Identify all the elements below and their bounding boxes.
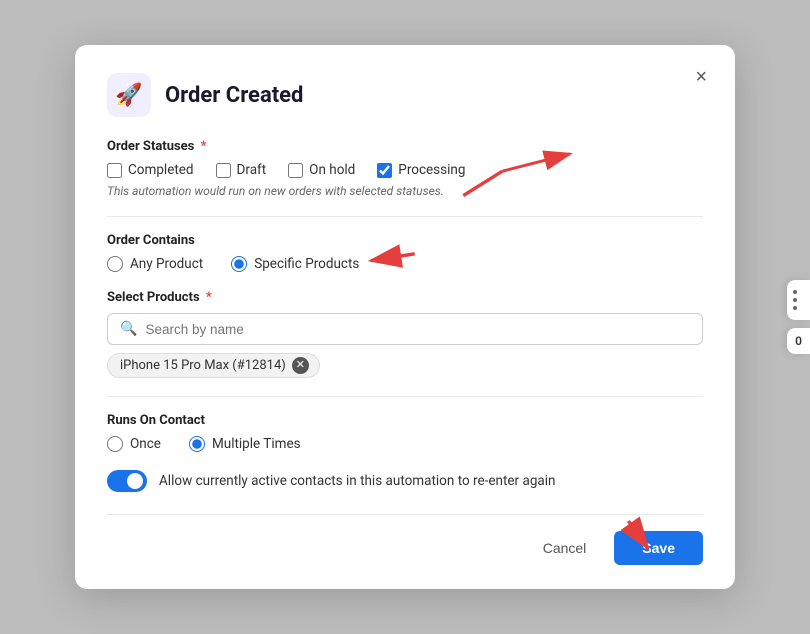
runs-on-contact-label: Runs On Contact [107,413,703,428]
checkbox-draft[interactable] [216,163,231,178]
radio-multiple-times[interactable]: Multiple Times [189,436,301,452]
cancel-button[interactable]: Cancel [527,531,603,565]
select-products-section: Select Products * 🔍 iPhone 15 Pro Max (#… [107,290,703,378]
search-icon: 🔍 [120,321,137,337]
search-wrap: 🔍 [107,313,703,345]
sidebar-badge: 0 [787,328,810,354]
order-statuses-hint: This automation would run on new orders … [107,184,703,198]
product-tag: iPhone 15 Pro Max (#12814) ✕ [107,353,320,378]
dot-2 [793,298,797,302]
status-processing[interactable]: Processing [377,162,465,178]
order-contains-row: Any Product Specific Products [107,256,703,272]
modal-overlay: 🚀 Order Created × Order Statuses * Compl… [0,0,810,634]
modal-header: 🚀 Order Created [107,73,703,117]
order-contains-section: Order Contains Any Product Specific Prod… [107,233,703,272]
status-draft[interactable]: Draft [216,162,267,178]
search-input[interactable] [145,322,690,337]
close-button[interactable]: × [689,65,713,89]
status-completed[interactable]: Completed [107,162,194,178]
runs-on-contact-row: Once Multiple Times [107,436,703,452]
order-statuses-section: Order Statuses * Completed Draft On hold [107,139,703,198]
checkbox-on-hold[interactable] [288,163,303,178]
radio-any-product[interactable]: Any Product [107,256,203,272]
radio-once[interactable]: Once [107,436,161,452]
status-on-hold[interactable]: On hold [288,162,355,178]
toggle-label: Allow currently active contacts in this … [159,473,555,489]
sidebar-panel: 0 [787,280,810,354]
dot-3 [793,306,797,310]
modal-footer: Cancel Save [107,514,703,565]
re-enter-toggle[interactable] [107,470,147,492]
tag-label: iPhone 15 Pro Max (#12814) [120,358,286,373]
runs-on-contact-section: Runs On Contact Once Multiple Times [107,413,703,452]
order-statuses-label: Order Statuses * [107,139,703,154]
radio-specific-products[interactable]: Specific Products [231,256,359,272]
tag-remove-button[interactable]: ✕ [292,357,309,374]
modal-title: Order Created [165,83,303,108]
checkbox-processing[interactable] [377,163,392,178]
checkbox-completed[interactable] [107,163,122,178]
dot-1 [793,290,797,294]
radio-specific-products-input[interactable] [231,256,247,272]
modal: 🚀 Order Created × Order Statuses * Compl… [75,45,735,589]
save-button[interactable]: Save [614,531,703,565]
toggle-slider [107,470,147,492]
radio-once-input[interactable] [107,436,123,452]
order-statuses-row: Completed Draft On hold Processing [107,162,703,178]
select-products-label: Select Products * [107,290,703,305]
divider-1 [107,216,703,217]
radio-any-product-input[interactable] [107,256,123,272]
modal-icon: 🚀 [107,73,151,117]
divider-2 [107,396,703,397]
radio-multiple-times-input[interactable] [189,436,205,452]
order-contains-label: Order Contains [107,233,703,248]
toggle-row: Allow currently active contacts in this … [107,470,703,492]
